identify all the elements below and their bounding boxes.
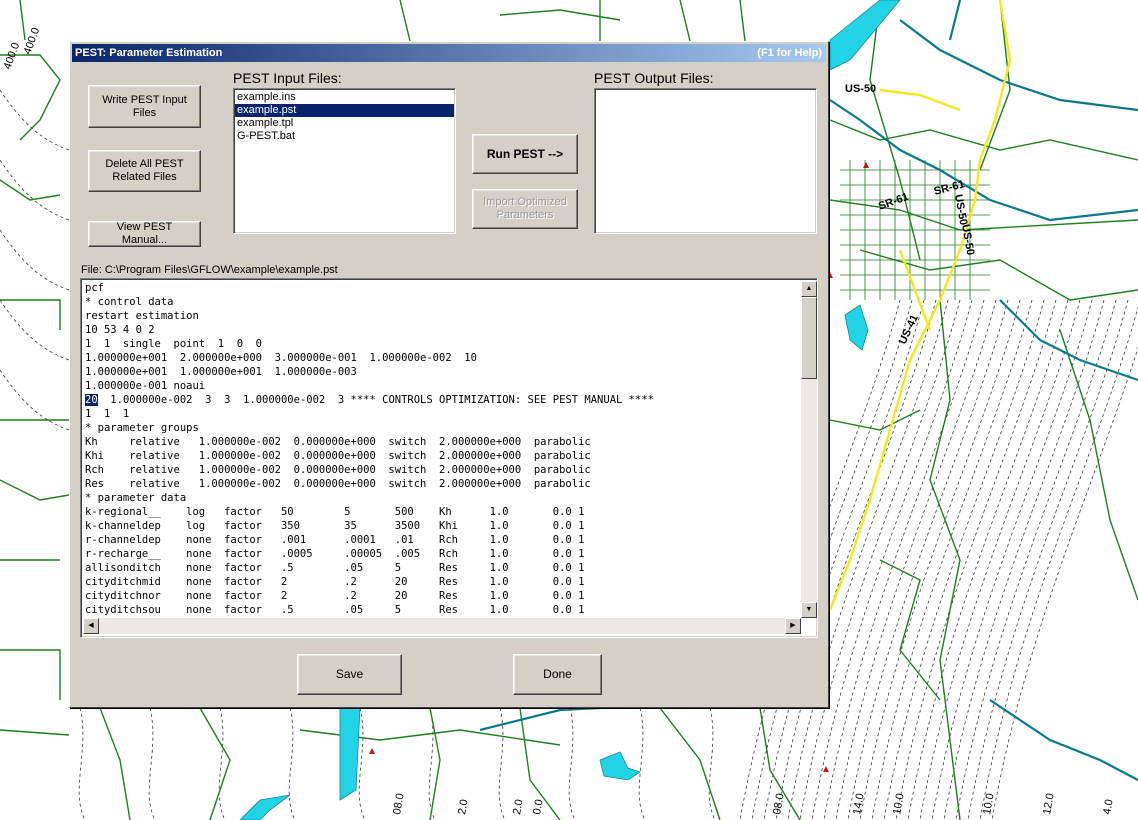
- import-optimized-parameters-button: Import Optimized Parameters: [472, 189, 578, 229]
- input-file-item[interactable]: example.ins: [235, 91, 454, 104]
- scroll-up-arrow[interactable]: ▲: [801, 281, 817, 297]
- input-file-item[interactable]: example.tpl: [235, 117, 454, 130]
- editor-line: Res relative 1.000000e-002 0.000000e+000…: [85, 478, 591, 490]
- editor-line: cityditchsou none factor .5 .05 5 Res 1.…: [85, 604, 585, 616]
- editor-line: r-recharge__ none factor .0005 .00005 .0…: [85, 548, 585, 560]
- run-pest-button[interactable]: Run PEST -->: [472, 134, 578, 174]
- editor-line: cityditchmid none factor 2 .2 20 Res 1.0…: [85, 576, 585, 588]
- editor-line: allisonditch none factor .5 .05 5 Res 1.…: [85, 562, 585, 574]
- editor-line: 20 1.000000e-002 3 3 1.000000e-002 3 ***…: [85, 394, 654, 406]
- editor-line: * parameter data: [85, 492, 187, 504]
- editor-line: * parameter groups: [85, 422, 199, 434]
- scroll-left-arrow[interactable]: ◀: [83, 618, 99, 634]
- editor-line: Rch relative 1.000000e-002 0.000000e+000…: [85, 464, 591, 476]
- selected-text[interactable]: 20: [85, 394, 98, 406]
- input-files-label: PEST Input Files:: [233, 70, 342, 86]
- editor-line: restart estimation: [85, 310, 199, 322]
- save-button[interactable]: Save: [297, 654, 402, 695]
- editor-content[interactable]: pcf * control data restart estimation 10 53…: [83, 281, 803, 618]
- file-path-label: File: C:\Program Files\GFLOW\example\exa…: [81, 264, 338, 276]
- editor-line: * control data: [85, 296, 174, 308]
- write-pest-input-files-button[interactable]: Write PEST Input Files: [88, 85, 201, 128]
- editor-horizontal-scrollbar[interactable]: [83, 618, 801, 634]
- done-button[interactable]: Done: [513, 654, 602, 695]
- editor-line: 10 53 4 0 2: [85, 324, 155, 336]
- delete-all-pest-files-button[interactable]: Delete All PEST Related Files: [88, 150, 201, 192]
- output-files-list[interactable]: [594, 88, 817, 234]
- pst-file-editor[interactable]: pcf * control data restart estimation 10 53…: [80, 278, 818, 638]
- vertical-scroll-thumb[interactable]: [801, 297, 817, 379]
- input-files-list[interactable]: example.ins example.pst example.tpl G-PEST.…: [233, 88, 456, 234]
- editor-line: Kh relative 1.000000e-002 0.000000e+000 …: [85, 436, 591, 448]
- editor-line: 1.000000e+001 2.000000e+000 3.000000e-00…: [85, 352, 477, 364]
- pest-dialog: PEST: Parameter Estimation (F1 for Help)…: [69, 41, 829, 708]
- editor-line: pcf: [85, 282, 104, 294]
- editor-line: k-regional__ log factor 50 5 500 Kh 1.0 …: [85, 506, 585, 518]
- view-pest-manual-button[interactable]: View PEST Manual...: [88, 221, 201, 247]
- editor-line: 1.000000e+001 1.000000e+001 1.000000e-00…: [85, 366, 357, 378]
- editor-line: k-channeldep log factor 350 35 3500 Khi …: [85, 520, 585, 532]
- input-file-item[interactable]: G-PEST.bat: [235, 130, 454, 143]
- input-file-item[interactable]: example.pst: [235, 104, 454, 117]
- editor-line: 1 1 single point 1 0 0: [85, 338, 263, 350]
- title-bar[interactable]: PEST: Parameter Estimation (F1 for Help): [72, 44, 826, 62]
- scroll-down-arrow[interactable]: ▼: [801, 602, 817, 618]
- scroll-right-arrow[interactable]: ▶: [785, 618, 801, 634]
- editor-line: r-channeldep none factor .001 .0001 .01 …: [85, 534, 585, 546]
- editor-line: 1 1 1: [85, 408, 130, 420]
- window-title: PEST: Parameter Estimation: [75, 47, 223, 59]
- editor-line: Khi relative 1.000000e-002 0.000000e+000…: [85, 450, 591, 462]
- output-files-label: PEST Output Files:: [594, 70, 714, 86]
- editor-line: cityditchnor none factor 2 .2 20 Res 1.0…: [85, 590, 585, 602]
- editor-line: 1.000000e-001 noaui: [85, 380, 206, 392]
- road-label: US-50: [845, 83, 876, 95]
- help-hint: (F1 for Help): [757, 47, 822, 59]
